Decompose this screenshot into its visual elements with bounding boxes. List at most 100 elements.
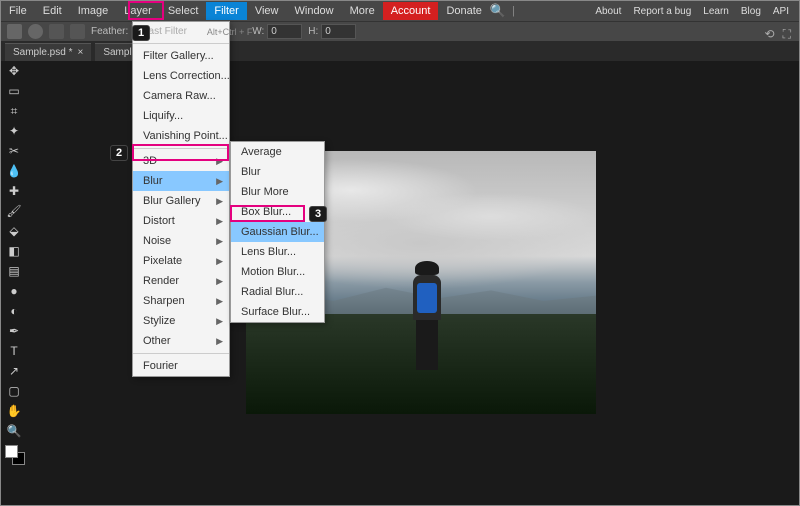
reset-icon[interactable]: ⟲ <box>765 27 775 42</box>
menu-filter-gallery[interactable]: Filter Gallery... <box>133 46 229 66</box>
link-learn[interactable]: Learn <box>703 6 729 17</box>
menu-label: Pixelate <box>143 255 182 267</box>
menu-pixelate[interactable]: Pixelate ▶ <box>133 251 229 271</box>
fg-color[interactable] <box>5 445 18 458</box>
crop-tool[interactable]: ✂ <box>3 141 25 161</box>
menu-camera-raw[interactable]: Camera Raw... <box>133 86 229 106</box>
menu-surface-blur[interactable]: Surface Blur... <box>231 302 324 322</box>
menu-last-filter[interactable]: Last Filter Alt+Ctrl + F <box>133 22 229 41</box>
dodge-tool[interactable]: ◐ <box>3 301 25 321</box>
menu-label: Last Filter <box>143 26 187 37</box>
menu-label: Render <box>143 275 179 287</box>
menu-3d[interactable]: 3D▶ <box>133 151 229 171</box>
menu-gaussian-blur[interactable]: Gaussian Blur... <box>231 222 324 242</box>
rect-select-tool[interactable]: ▭ <box>3 81 25 101</box>
lasso-tool[interactable]: ⌗ <box>3 101 25 121</box>
menu-lens-blur[interactable]: Lens Blur... <box>231 242 324 262</box>
menu-label: Box Blur... <box>241 206 291 218</box>
tools-panel: ✥ ▭ ⌗ ✦ ✂ 💧 ✚ 🖌 ⬙ ◧ ▤ ● ◐ ✒ T ↗ ▢ ✋ 🔍 <box>3 61 25 465</box>
menu-label: Motion Blur... <box>241 266 305 278</box>
menu-vanishing-point[interactable]: Vanishing Point... <box>133 126 229 146</box>
divider: | <box>512 5 515 17</box>
menu-blur-item[interactable]: Blur <box>231 162 324 182</box>
menu-more[interactable]: More <box>342 2 383 20</box>
selection-add-icon[interactable] <box>49 24 64 39</box>
options-bar: Feather: W: H: <box>1 21 799 41</box>
menu-file[interactable]: File <box>1 2 35 20</box>
menu-box-blur[interactable]: Box Blur... <box>231 202 324 222</box>
eraser-tool[interactable]: ◧ <box>3 241 25 261</box>
menu-motion-blur[interactable]: Motion Blur... <box>231 262 324 282</box>
fullscreen-icon[interactable]: ⛶ <box>783 27 791 42</box>
menu-separator <box>133 43 229 44</box>
submenu-arrow-icon: ▶ <box>216 216 223 227</box>
search-icon[interactable]: 🔍 <box>490 3 506 19</box>
menu-blur-more[interactable]: Blur More <box>231 182 324 202</box>
menu-edit[interactable]: Edit <box>35 2 70 20</box>
move-tool[interactable]: ✥ <box>3 61 25 81</box>
menu-label: Lens Blur... <box>241 246 296 258</box>
blur-tool[interactable]: ● <box>3 281 25 301</box>
submenu-arrow-icon: ▶ <box>216 196 223 207</box>
selection-ellipse-icon[interactable] <box>28 24 43 39</box>
zoom-tool[interactable]: 🔍 <box>3 421 25 441</box>
menu-filter[interactable]: Filter <box>206 2 246 20</box>
heal-tool[interactable]: ✚ <box>3 181 25 201</box>
menu-layer[interactable]: Layer <box>116 2 160 20</box>
gradient-tool[interactable]: ▤ <box>3 261 25 281</box>
menu-image[interactable]: Image <box>70 2 117 20</box>
menu-label: 3D <box>143 155 157 167</box>
menu-lens-correction[interactable]: Lens Correction... <box>133 66 229 86</box>
menu-other[interactable]: Other▶ <box>133 331 229 351</box>
link-api[interactable]: API <box>773 6 789 17</box>
rect-tool[interactable]: ▢ <box>3 381 25 401</box>
menu-label: Surface Blur... <box>241 306 310 318</box>
pen-tool[interactable]: ✒ <box>3 321 25 341</box>
menu-stylize[interactable]: Stylize▶ <box>133 311 229 331</box>
feather-label: Feather: <box>91 26 128 37</box>
menu-account[interactable]: Account <box>383 2 439 20</box>
menu-liquify[interactable]: Liquify... <box>133 106 229 126</box>
menu-select[interactable]: Select <box>160 2 207 20</box>
menu-label: Blur <box>143 175 163 187</box>
menu-separator <box>133 148 229 149</box>
menu-view[interactable]: View <box>247 2 287 20</box>
selection-mode-icon[interactable] <box>7 24 22 39</box>
menu-label: Camera Raw... <box>143 90 216 102</box>
submenu-arrow-icon: ▶ <box>216 236 223 247</box>
menu-blur[interactable]: Blur ▶ <box>133 171 229 191</box>
link-blog[interactable]: Blog <box>741 6 761 17</box>
close-icon[interactable]: × <box>77 47 83 58</box>
menu-fourier[interactable]: Fourier <box>133 356 229 376</box>
submenu-arrow-icon: ▶ <box>216 256 223 267</box>
submenu-arrow-icon: ▶ <box>216 176 223 187</box>
menu-label: Liquify... <box>143 110 183 122</box>
menu-render[interactable]: Render▶ <box>133 271 229 291</box>
stamp-tool[interactable]: ⬙ <box>3 221 25 241</box>
menu-noise[interactable]: Noise ▶ <box>133 231 229 251</box>
menu-label: Radial Blur... <box>241 286 303 298</box>
type-tool[interactable]: T <box>3 341 25 361</box>
brush-tool[interactable]: 🖌 <box>3 201 25 221</box>
eyedropper-tool[interactable]: 💧 <box>3 161 25 181</box>
selection-sub-icon[interactable] <box>70 24 85 39</box>
menu-sharpen[interactable]: Sharpen▶ <box>133 291 229 311</box>
height-input[interactable] <box>321 24 356 39</box>
image-person <box>407 261 447 381</box>
wand-tool[interactable]: ✦ <box>3 121 25 141</box>
width-input[interactable] <box>267 24 302 39</box>
doc-tab-1[interactable]: Sample.psd * × <box>5 43 91 61</box>
link-about[interactable]: About <box>595 6 621 17</box>
path-tool[interactable]: ↗ <box>3 361 25 381</box>
menu-donate[interactable]: Donate <box>438 2 489 20</box>
hand-tool[interactable]: ✋ <box>3 401 25 421</box>
menu-radial-blur[interactable]: Radial Blur... <box>231 282 324 302</box>
menu-blur-gallery[interactable]: Blur Gallery▶ <box>133 191 229 211</box>
menu-average[interactable]: Average <box>231 142 324 162</box>
menu-distort[interactable]: Distort▶ <box>133 211 229 231</box>
color-swatches[interactable] <box>5 445 25 465</box>
menu-label: Noise <box>143 235 171 247</box>
menu-shortcut: Alt+Ctrl + F <box>207 27 253 37</box>
menu-window[interactable]: Window <box>287 2 342 20</box>
link-bug[interactable]: Report a bug <box>633 6 691 17</box>
